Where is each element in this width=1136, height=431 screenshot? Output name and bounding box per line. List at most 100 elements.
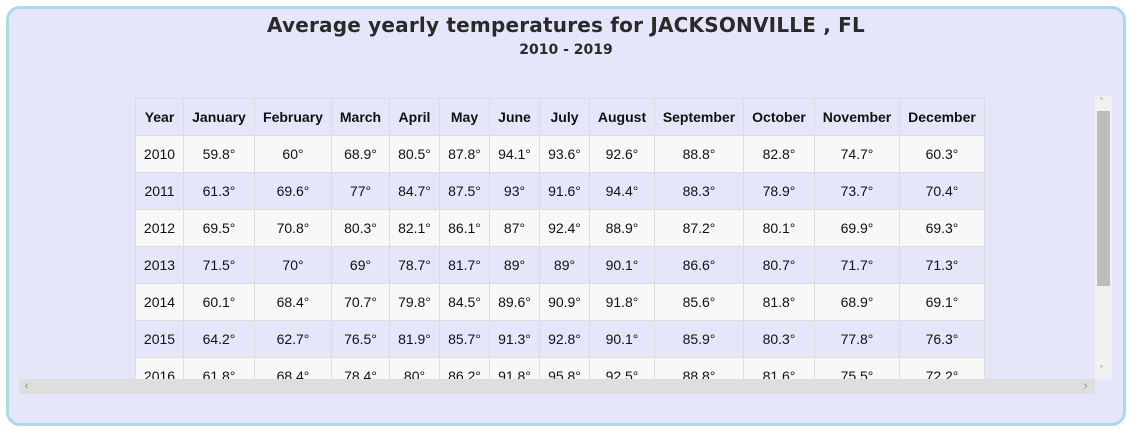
scroll-right-icon[interactable]: › — [1083, 380, 1088, 393]
temperature-cell: 76.5° — [331, 320, 390, 358]
year-cell: 2012 — [135, 209, 184, 247]
column-header: May — [439, 98, 490, 136]
table-row: 2011 61.3° 69.6° 77° 84.7° 87.5° 93° 91.6° 94.4°… — [135, 172, 985, 210]
temperature-cell: 92.4° — [539, 209, 590, 247]
year-cell: 2011 — [135, 172, 184, 210]
temperature-card: Average yearly temperatures for JACKSONV… — [6, 6, 1126, 426]
temperature-cell: 81.7° — [439, 246, 490, 284]
table-row: 2016 61.8° 68.4° 78.4° 80° 86.2° 91.8° 95.8° 92.… — [135, 357, 985, 379]
temperature-cell: 95.8° — [539, 357, 590, 379]
temperature-cell: 68.9° — [331, 135, 390, 173]
temperature-cell: 77° — [331, 172, 390, 210]
table-row: 2013 71.5° 70° 69° 78.7° 81.7° 89° 89° 90.1° 86.6… — [135, 246, 985, 284]
temperature-cell: 69.9° — [814, 209, 900, 247]
column-header: Year — [135, 98, 184, 136]
temperature-cell: 84.5° — [439, 283, 490, 321]
temperature-cell: 88.8° — [654, 135, 744, 173]
table-row: 2014 60.1° 68.4° 70.7° 79.8° 84.5° 89.6° 90.9° 9… — [135, 283, 985, 321]
temperature-cell: 79.8° — [389, 283, 440, 321]
temperature-cell: 80.3° — [743, 320, 815, 358]
year-cell: 2016 — [135, 357, 184, 379]
horizontal-scrollbar[interactable]: ‹ › — [19, 379, 1095, 394]
temperature-cell: 88.9° — [589, 209, 655, 247]
temperature-cell: 92.8° — [539, 320, 590, 358]
temperature-cell: 61.8° — [183, 357, 255, 379]
vertical-scroll-thumb[interactable] — [1097, 111, 1110, 286]
column-header: March — [331, 98, 390, 136]
table-row: 2012 69.5° 70.8° 80.3° 82.1° 86.1° 87° 92.4° 88.… — [135, 209, 985, 247]
temperature-cell: 69° — [331, 246, 390, 284]
column-header: August — [589, 98, 655, 136]
temperature-cell: 80.1° — [743, 209, 815, 247]
table-header-row: Year January February March April May June July… — [135, 98, 985, 136]
temperature-cell: 69.3° — [899, 209, 985, 247]
year-cell: 2010 — [135, 135, 184, 173]
column-header: April — [389, 98, 440, 136]
temperature-cell: 77.8° — [814, 320, 900, 358]
temperature-cell: 87.5° — [439, 172, 490, 210]
temperature-cell: 78.9° — [743, 172, 815, 210]
temperature-cell: 87° — [489, 209, 540, 247]
table-row: 2015 64.2° 62.7° 76.5° 81.9° 85.7° 91.3° 92.8° 9… — [135, 320, 985, 358]
column-header: January — [183, 98, 255, 136]
temperature-cell: 81.6° — [743, 357, 815, 379]
temperature-cell: 76.3° — [899, 320, 985, 358]
page-title: Average yearly temperatures for JACKSONV… — [267, 13, 865, 37]
temperature-cell: 71.7° — [814, 246, 900, 284]
column-header: June — [489, 98, 540, 136]
temperature-cell: 74.7° — [814, 135, 900, 173]
vertical-scrollbar[interactable]: ˄ ˅ — [1095, 96, 1112, 379]
temperature-cell: 69.6° — [254, 172, 332, 210]
temperature-cell: 91.8° — [589, 283, 655, 321]
temperature-cell: 91.8° — [489, 357, 540, 379]
temperature-cell: 75.5° — [814, 357, 900, 379]
temperature-cell: 85.6° — [654, 283, 744, 321]
temperature-table: Year January February March April May June July… — [135, 98, 985, 379]
temperature-cell: 92.5° — [589, 357, 655, 379]
temperature-cell: 71.5° — [183, 246, 255, 284]
temperature-cell: 59.8° — [183, 135, 255, 173]
year-cell: 2015 — [135, 320, 184, 358]
temperature-cell: 62.7° — [254, 320, 332, 358]
temperature-cell: 81.9° — [389, 320, 440, 358]
temperature-cell: 60.3° — [899, 135, 985, 173]
scroll-left-icon[interactable]: ‹ — [24, 380, 29, 393]
temperature-cell: 60° — [254, 135, 332, 173]
temperature-cell: 80.7° — [743, 246, 815, 284]
year-cell: 2013 — [135, 246, 184, 284]
temperature-cell: 80.5° — [389, 135, 440, 173]
temperature-cell: 87.2° — [654, 209, 744, 247]
temperature-cell: 89.6° — [489, 283, 540, 321]
temperature-cell: 84.7° — [389, 172, 440, 210]
temperature-cell: 82.1° — [389, 209, 440, 247]
temperature-cell: 64.2° — [183, 320, 255, 358]
temperature-cell: 69.1° — [899, 283, 985, 321]
temperature-cell: 94.4° — [589, 172, 655, 210]
column-header: October — [743, 98, 815, 136]
temperature-cell: 88.3° — [654, 172, 744, 210]
temperature-cell: 87.8° — [439, 135, 490, 173]
temperature-cell: 89° — [539, 246, 590, 284]
temperature-cell: 60.1° — [183, 283, 255, 321]
scroll-up-icon[interactable]: ˄ — [1099, 98, 1104, 108]
temperature-cell: 61.3° — [183, 172, 255, 210]
temperature-cell: 68.4° — [254, 357, 332, 379]
year-cell: 2014 — [135, 283, 184, 321]
table-viewport[interactable]: Year January February March April May June July… — [19, 96, 1114, 379]
temperature-cell: 90.1° — [589, 320, 655, 358]
temperature-cell: 70.8° — [254, 209, 332, 247]
temperature-cell: 85.7° — [439, 320, 490, 358]
temperature-cell: 86.2° — [439, 357, 490, 379]
temperature-cell: 92.6° — [589, 135, 655, 173]
temperature-cell: 93.6° — [539, 135, 590, 173]
scroll-down-icon[interactable]: ˅ — [1099, 366, 1104, 376]
temperature-cell: 73.7° — [814, 172, 900, 210]
temperature-cell: 90.1° — [589, 246, 655, 284]
temperature-cell: 80.3° — [331, 209, 390, 247]
temperature-cell: 94.1° — [489, 135, 540, 173]
temperature-cell: 88.8° — [654, 357, 744, 379]
temperature-cell: 70.4° — [899, 172, 985, 210]
column-header: December — [899, 98, 985, 136]
temperature-cell: 70.7° — [331, 283, 390, 321]
table-row: 2010 59.8° 60° 68.9° 80.5° 87.8° 94.1° 93.6° 92.… — [135, 135, 985, 173]
